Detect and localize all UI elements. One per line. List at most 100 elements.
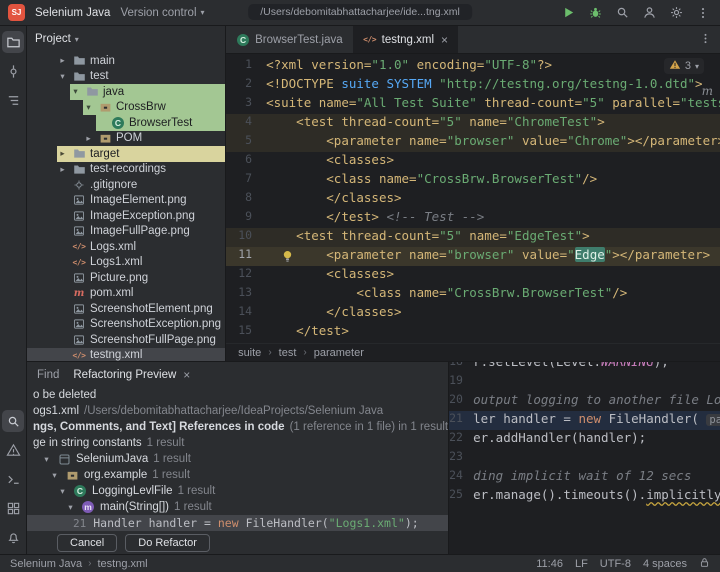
tree-item-java[interactable]: ▾java [27,84,225,100]
tool-tab-refactoring-preview[interactable]: Refactoring Preview× [73,369,190,381]
find-result-row[interactable]: ogs1.xml/Users/debomitabhattacharjee/Ide… [27,403,448,419]
chevron-down-icon[interactable]: ▾ [70,86,81,97]
status-crumb-testng-xml[interactable]: testng.xml [98,558,148,570]
chevron-down-icon[interactable]: ▾ [83,102,94,113]
tree-item-gitignore[interactable]: .gitignore [27,177,225,193]
caret-position[interactable]: 11:46 [536,558,563,570]
lock-icon[interactable] [699,557,710,571]
find-result-row[interactable]: ▾org.example1 result [27,467,448,483]
code-line-13[interactable]: 13 <class name="CrossBrw.BrowserTest"/> [226,285,720,304]
project-tool-icon[interactable] [2,31,24,53]
find-result-row[interactable]: o be deleted [27,387,448,403]
chevron-down-icon[interactable]: ▾ [65,502,76,513]
tree-item-imagefullpage-png[interactable]: ImageFullPage.png [27,224,225,240]
chevron-right-icon[interactable]: ▸ [83,133,94,144]
code-line-14[interactable]: 14 </classes> [226,304,720,323]
chevron-right-icon[interactable]: ▸ [57,164,68,175]
find-result-row[interactable]: ngs, Comments, and Text] References in c… [27,419,448,435]
tree-item-main[interactable]: ▸main [27,53,225,69]
code-line-4[interactable]: 4 <test thread-count="5" name="ChromeTes… [226,114,720,133]
code-line-9[interactable]: 9 </test> <!-- Test --> [226,209,720,228]
code-line-5[interactable]: 5 <parameter name="browser" value="Chrom… [226,133,720,152]
cancel-button[interactable]: Cancel [57,534,117,552]
code-line-24[interactable]: 24ding implicit wait of 12 secs [449,468,720,487]
tree-item-imageelement-png[interactable]: ImageElement.png [27,193,225,209]
breadcrumb-parameter[interactable]: parameter [314,347,364,359]
inspections-widget[interactable]: 3 ▾ [664,58,704,74]
chevron-down-icon[interactable]: ▾ [41,454,52,465]
tree-item-target[interactable]: ▸target [27,146,225,162]
code-line-21[interactable]: 21ler handler = new FileHandler( pattern… [449,411,720,430]
commit-tool-icon[interactable] [2,60,24,82]
problems-tool-icon[interactable] [2,439,24,461]
indent-setting[interactable]: 4 spaces [643,558,687,570]
breadcrumb-test[interactable]: test [279,347,297,359]
user-icon[interactable] [640,4,658,22]
close-icon[interactable]: × [441,34,448,46]
chevron-down-icon[interactable]: ▾ [49,470,60,481]
code-line-12[interactable]: 12 <classes> [226,266,720,285]
chevron-down-icon[interactable]: ▾ [57,71,68,82]
tab-browsertest-java[interactable]: CBrowserTest.java [226,26,353,53]
app-logo[interactable]: SJ [8,4,25,21]
code-line-6[interactable]: 6 <classes> [226,152,720,171]
tree-item-imageexception-png[interactable]: ImageException.png [27,208,225,224]
find-result-row[interactable]: ▾mmain(String[])1 result [27,499,448,515]
tree-item-logs-xml[interactable]: </>Logs.xml [27,239,225,255]
tree-item-testng-xml[interactable]: </>testng.xml [27,348,225,362]
tree-item-test-recordings[interactable]: ▸test-recordings [27,162,225,178]
chevron-right-icon[interactable]: ▸ [57,148,68,159]
line-ending[interactable]: LF [575,558,588,570]
file-path-display[interactable]: /Users/debomitabhattacharjee/ide...tng.x… [248,4,472,20]
code-line-8[interactable]: 8 </classes> [226,190,720,209]
tree-item-pom-xml[interactable]: mpom.xml [27,286,225,302]
project-selector[interactable]: Selenium Java [35,7,110,19]
structure-tool-icon[interactable] [2,89,24,111]
more-vertical-icon[interactable] [699,32,712,48]
code-line-18[interactable]: 18r.setLevel(Level.WARNING); [449,362,720,373]
tree-item-pom[interactable]: ▸POM [27,131,225,147]
code-line-22[interactable]: 22er.addHandler(handler); [449,430,720,449]
more-vertical-icon[interactable] [694,4,712,22]
code-line-11[interactable]: 11 <parameter name="browser" value="Edge… [226,247,720,266]
tree-item-picture-png[interactable]: Picture.png [27,270,225,286]
search-icon[interactable] [613,4,631,22]
find-result-row[interactable]: ▾SeleniumJava1 result [27,451,448,467]
find-tool-icon[interactable] [2,410,24,432]
code-line-7[interactable]: 7 <class name="CrossBrw.BrowserTest"/> [226,171,720,190]
find-result-row[interactable]: ge in string constants1 result [27,435,448,451]
chevron-right-icon[interactable]: ▸ [57,55,68,66]
tree-item-crossbrw[interactable]: ▾CrossBrw [27,100,225,116]
intention-bulb-icon[interactable] [282,250,293,266]
debug-icon[interactable] [586,4,604,22]
tree-item-screenshotfullpage-png[interactable]: ScreenshotFullPage.png [27,332,225,348]
project-panel-header[interactable]: Project ▾ [27,26,225,52]
code-line-10[interactable]: 10 <test thread-count="5" name="EdgeTest… [226,228,720,247]
status-crumb-selenium-java[interactable]: Selenium Java [10,558,82,570]
code-editor[interactable]: 1<?xml version="1.0" encoding="UTF-8"?>2… [226,54,720,343]
terminal-tool-icon[interactable] [2,468,24,490]
find-result-row[interactable]: ▾CLoggingLevlFile1 result [27,483,448,499]
code-line-23[interactable]: 23 [449,449,720,468]
tree-item-screenshotelement-png[interactable]: ScreenshotElement.png [27,301,225,317]
code-line-2[interactable]: 2<!DOCTYPE suite SYSTEM "http://testng.o… [226,76,720,95]
close-icon[interactable]: × [183,369,190,381]
notifications-tool-icon[interactable] [2,526,24,548]
vcs-widget[interactable]: Version control ▾ [120,7,204,19]
find-result-row[interactable]: 21Handler handler = new FileHandler("Log… [27,515,448,531]
tree-item-logs1-xml[interactable]: </>Logs1.xml [27,255,225,271]
code-line-15[interactable]: 15 </test> [226,323,720,342]
code-line-19[interactable]: 19 [449,373,720,392]
tab-testng-xml[interactable]: </>testng.xml× [353,26,458,53]
file-encoding[interactable]: UTF-8 [600,558,631,570]
code-line-3[interactable]: 3<suite name="All Test Suite" thread-cou… [226,95,720,114]
tree-item-screenshotexception-png[interactable]: ScreenshotException.png [27,317,225,333]
tree-item-test[interactable]: ▾test [27,69,225,85]
settings-icon[interactable] [667,4,685,22]
breadcrumb-suite[interactable]: suite [238,347,261,359]
chevron-down-icon[interactable]: ▾ [57,486,68,497]
code-line-1[interactable]: 1<?xml version="1.0" encoding="UTF-8"?> [226,57,720,76]
services-tool-icon[interactable] [2,497,24,519]
do-refactor-button[interactable]: Do Refactor [125,534,210,552]
tree-item-browsertest[interactable]: CBrowserTest [27,115,225,131]
